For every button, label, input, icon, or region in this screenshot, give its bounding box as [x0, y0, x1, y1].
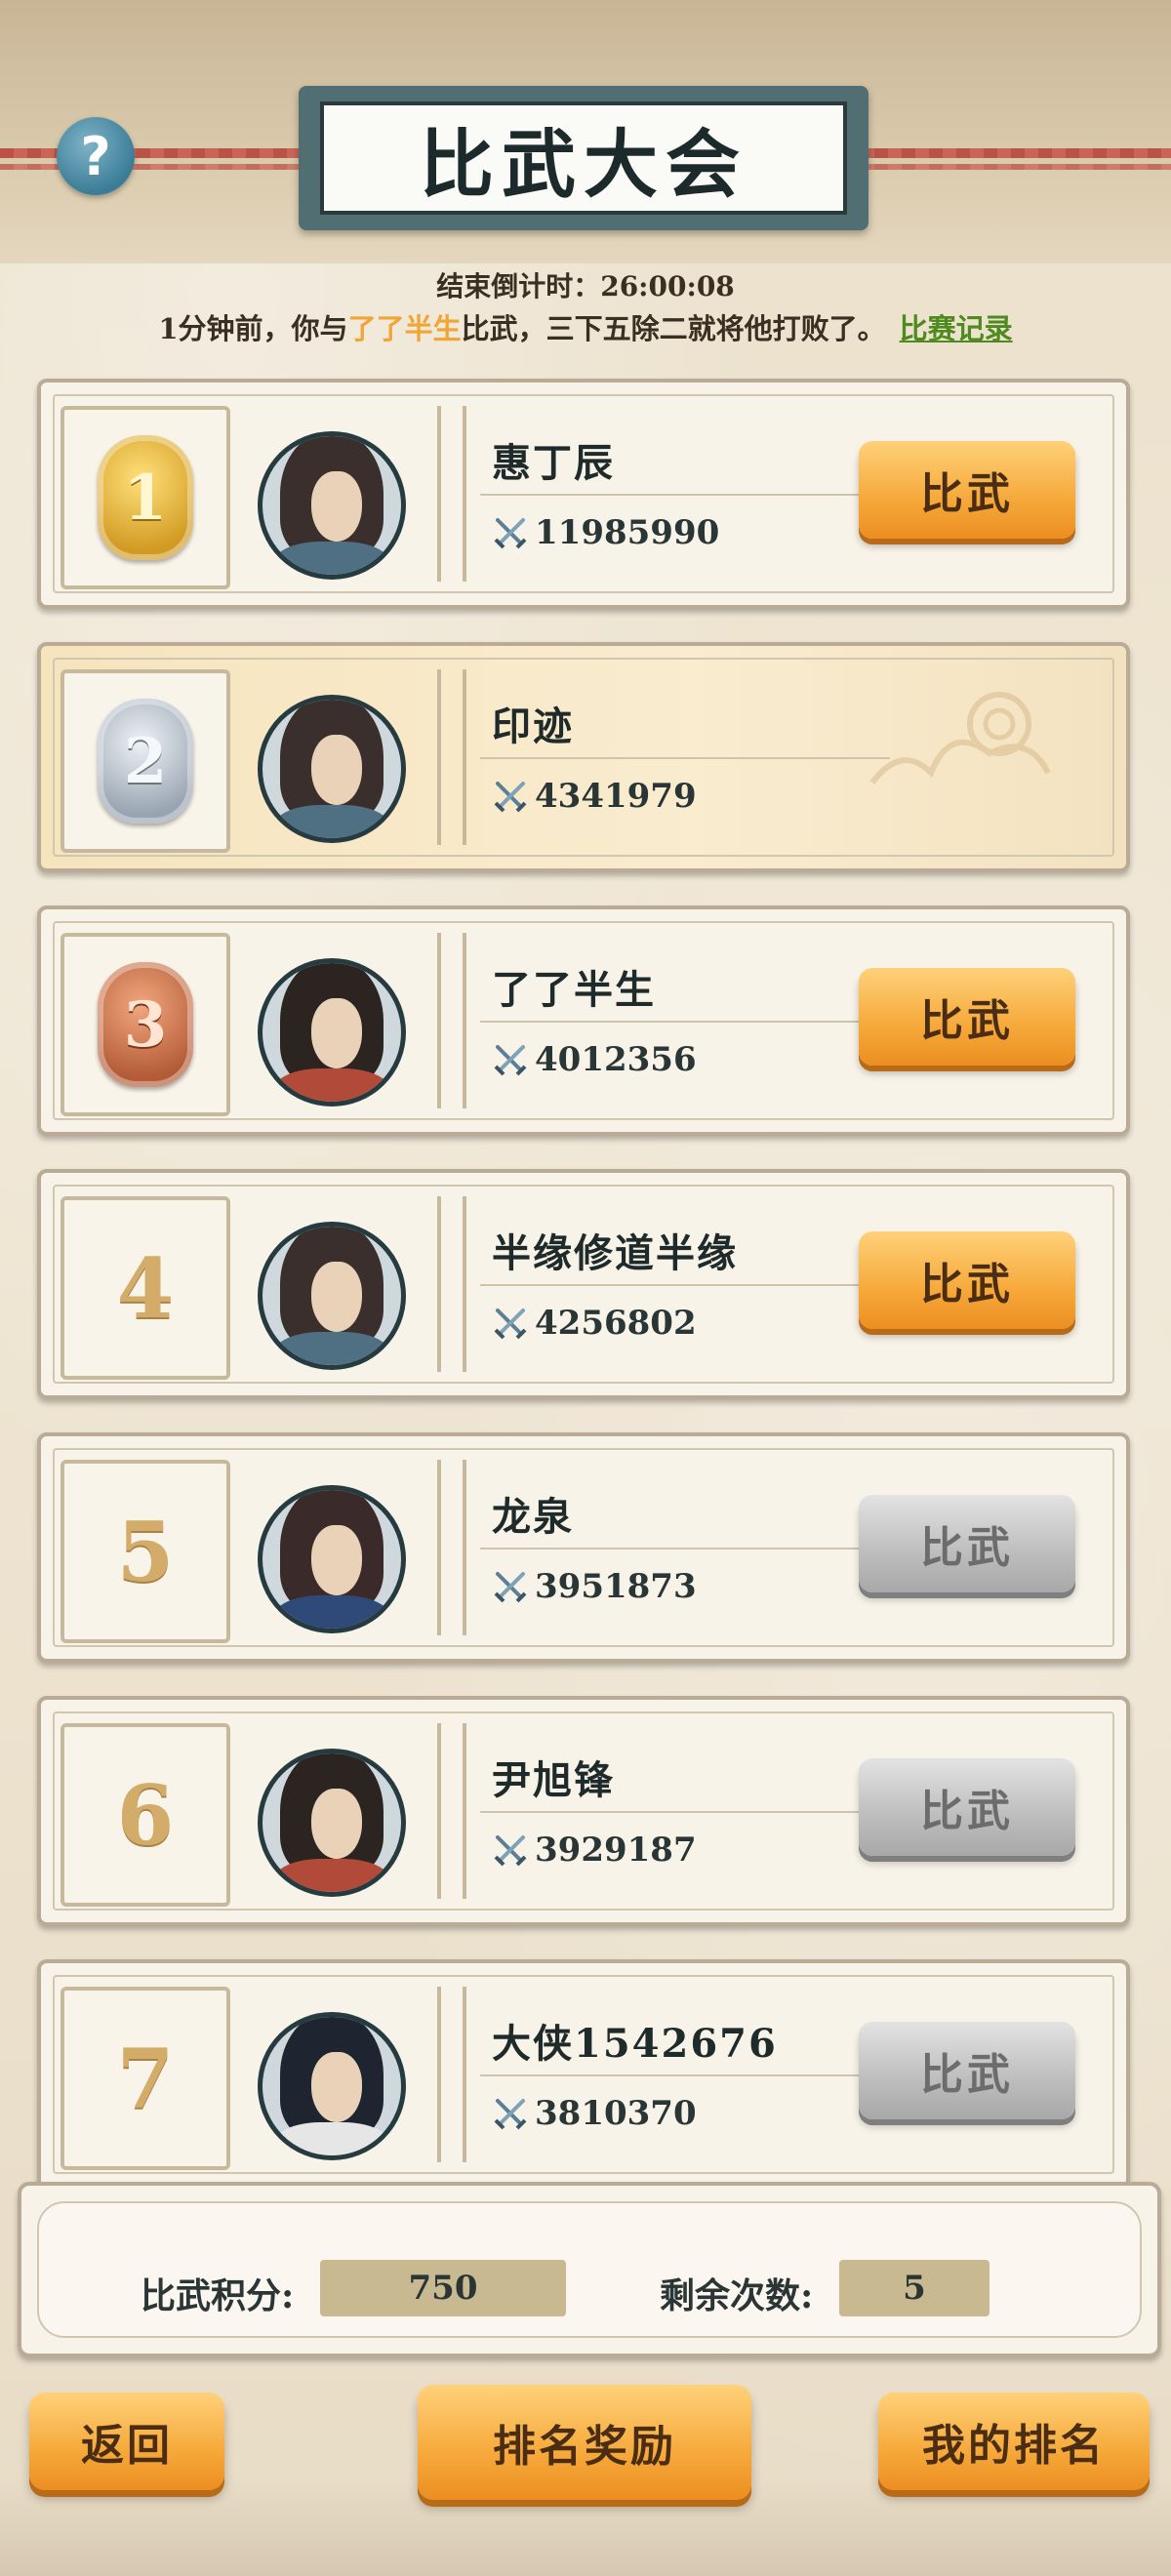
player-avatar[interactable] [258, 695, 406, 843]
cloud-pattern-decoration [869, 692, 1051, 785]
crossed-swords-icon [494, 782, 527, 813]
points-value: 750 [320, 2260, 566, 2316]
power-value: 11985990 [535, 513, 720, 552]
battle-news: 1分钟前，你与了了半生比武，三下五除二就将他打败了。 比赛记录 [0, 306, 1171, 347]
challenge-button[interactable]: 比武 [859, 1495, 1075, 1592]
rank-number: 4 [116, 1239, 175, 1337]
player-avatar[interactable] [258, 1485, 406, 1633]
match-record-link[interactable]: 比赛记录 [900, 312, 1013, 345]
rank-number: 6 [116, 1766, 175, 1864]
player-avatar[interactable] [258, 1749, 406, 1897]
challenge-button[interactable]: 比武 [859, 441, 1075, 539]
power-value: 4012356 [535, 1040, 697, 1079]
player-name: 半缘修道半缘 [492, 1230, 738, 1276]
points-label: 比武积分: [141, 2275, 295, 2316]
rank-box: 3 [61, 933, 230, 1116]
crossed-swords-icon [494, 2099, 527, 2130]
power-value: 4341979 [535, 777, 697, 816]
ranking-card: 1 惠丁辰 11985990 比武 [37, 379, 1130, 609]
divider [437, 669, 466, 845]
divider [437, 1460, 466, 1635]
challenge-button[interactable]: 比武 [859, 2022, 1075, 2119]
ranking-card: 5 龙泉 3951873 比武 [37, 1432, 1130, 1663]
help-button[interactable]: ? [57, 117, 135, 195]
news-suffix: 比武，三下五除二就将他打败了。 [461, 312, 886, 345]
crossed-swords-icon [494, 1835, 527, 1867]
power-value: 4256802 [535, 1304, 697, 1343]
rank-box: 1 [61, 406, 230, 589]
rank-number: 5 [116, 1503, 175, 1600]
ranking-card: 4 半缘修道半缘 4256802 比武 [37, 1169, 1130, 1399]
power-value: 3951873 [535, 1567, 697, 1606]
ranking-card: 3 了了半生 4012356 比武 [37, 906, 1130, 1136]
rank-box: 4 [61, 1196, 230, 1380]
ranking-card: 7 大侠1542676 3810370 比武 [37, 1959, 1130, 2190]
player-name: 尹旭锋 [492, 1757, 615, 1803]
divider [437, 933, 466, 1108]
remaining-label: 剩余次数: [660, 2275, 814, 2316]
silver-medal-icon: 2 [98, 699, 193, 824]
challenge-button[interactable]: 比武 [859, 1758, 1075, 1856]
challenge-button[interactable]: 比武 [859, 1231, 1075, 1329]
crossed-swords-icon [494, 1045, 527, 1076]
ranking-card: 6 尹旭锋 3929187 比武 [37, 1696, 1130, 1926]
combat-power: 3929187 [492, 1831, 697, 1870]
rank-box: 2 [61, 669, 230, 853]
player-name: 大侠1542676 [492, 2021, 778, 2067]
remaining-value: 5 [839, 2260, 989, 2316]
rank-box: 6 [61, 1723, 230, 1907]
power-value: 3810370 [535, 2094, 697, 2133]
countdown-label: 结束倒计时： [436, 270, 601, 302]
rank-box: 5 [61, 1460, 230, 1643]
divider [437, 1987, 466, 2162]
player-name: 印迹 [492, 704, 574, 749]
divider [437, 1723, 466, 1899]
divider [437, 406, 466, 582]
combat-power: 11985990 [492, 513, 719, 552]
rank-number: 7 [116, 2030, 175, 2127]
rank-box: 7 [61, 1987, 230, 2170]
crossed-swords-icon [494, 518, 527, 549]
stats-panel: 比武积分: 750 剩余次数: 5 [18, 2182, 1161, 2357]
challenge-button[interactable]: 比武 [859, 968, 1075, 1066]
combat-power: 3810370 [492, 2094, 697, 2133]
page-title: 比武大会 [420, 121, 747, 208]
divider [437, 1196, 466, 1372]
player-name: 龙泉 [492, 1494, 574, 1540]
news-prefix: 1分钟前，你与 [158, 312, 348, 345]
combat-power: 4012356 [492, 1040, 697, 1079]
back-button[interactable]: 返回 [29, 2393, 224, 2490]
crossed-swords-icon [494, 1572, 527, 1603]
player-avatar[interactable] [258, 958, 406, 1107]
news-opponent: 了了半生 [347, 312, 462, 345]
combat-power: 4341979 [492, 777, 697, 816]
player-avatar[interactable] [258, 431, 406, 580]
gold-medal-icon: 1 [98, 435, 193, 560]
bronze-medal-icon: 3 [98, 962, 193, 1087]
player-name: 了了半生 [492, 967, 656, 1013]
countdown-value: 26:00:08 [600, 270, 735, 302]
power-value: 3929187 [535, 1831, 697, 1870]
my-ranking-button[interactable]: 我的排名 [878, 2393, 1150, 2490]
question-mark-icon: ? [80, 125, 111, 187]
title-board: 比武大会 [299, 86, 868, 230]
player-avatar[interactable] [258, 2012, 406, 2160]
player-name: 惠丁辰 [492, 440, 615, 486]
crossed-swords-icon [494, 1308, 527, 1340]
combat-power: 4256802 [492, 1304, 697, 1343]
ranking-card: 2 印迹 4341979 [37, 642, 1130, 872]
combat-power: 3951873 [492, 1567, 697, 1606]
player-avatar[interactable] [258, 1222, 406, 1370]
ranking-rewards-button[interactable]: 排名奖励 [418, 2385, 751, 2500]
countdown-timer: 结束倒计时：26:00:08 [0, 265, 1171, 304]
